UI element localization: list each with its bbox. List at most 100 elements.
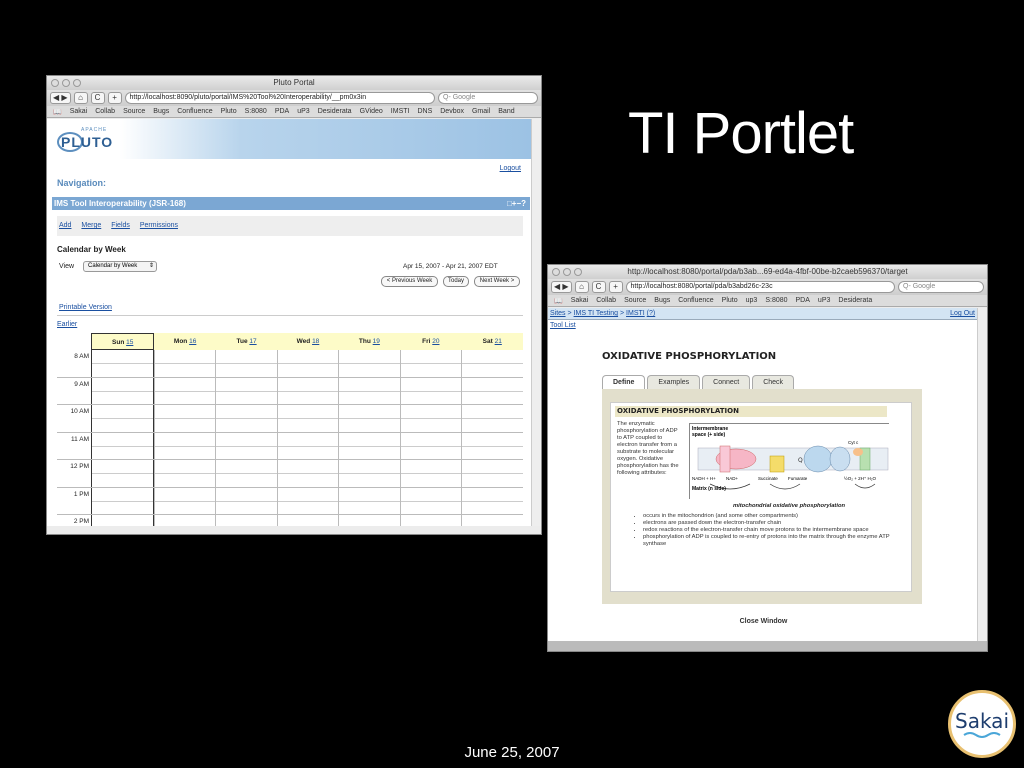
- calendar-cell[interactable]: [215, 515, 277, 526]
- bookmark-item[interactable]: Bugs: [153, 108, 169, 115]
- calendar-cell[interactable]: [399, 377, 462, 404]
- tab-check[interactable]: Check: [752, 375, 795, 389]
- day-link[interactable]: 16: [189, 338, 196, 345]
- calendar-cell[interactable]: [338, 515, 400, 526]
- calendar-cell[interactable]: [461, 487, 524, 514]
- calendar-cell[interactable]: [338, 405, 400, 432]
- day-link[interactable]: 19: [373, 338, 380, 345]
- bookmark-item[interactable]: Source: [624, 297, 646, 304]
- vertical-scrollbar[interactable]: [977, 308, 987, 643]
- merge-link[interactable]: Merge: [81, 222, 101, 229]
- bookmark-item[interactable]: Pluto: [221, 108, 237, 115]
- bookmark-item[interactable]: Devbox: [440, 108, 464, 115]
- bookmark-item[interactable]: Source: [123, 108, 145, 115]
- calendar-cell[interactable]: [338, 350, 400, 377]
- view-select[interactable]: Calendar by Week ⇕: [83, 261, 157, 272]
- tab-examples[interactable]: Examples: [647, 375, 701, 389]
- close-window-button[interactable]: Close Window: [548, 618, 979, 625]
- logout-link[interactable]: Logout: [500, 165, 521, 172]
- calendar-cell[interactable]: [91, 515, 154, 526]
- bookmark-item[interactable]: Pluto: [722, 297, 738, 304]
- breadcrumb-sites[interactable]: Sites: [550, 310, 566, 317]
- home-icon[interactable]: ⌂: [574, 281, 589, 293]
- bookmark-item[interactable]: IMSTI: [391, 108, 410, 115]
- bookmark-item[interactable]: uP3: [818, 297, 830, 304]
- today-button[interactable]: Today: [443, 276, 469, 287]
- zoom-icon[interactable]: [574, 268, 582, 276]
- calendar-cell[interactable]: [215, 377, 277, 404]
- calendar-cell[interactable]: [399, 515, 462, 526]
- calendar-cell[interactable]: [276, 460, 339, 487]
- tab-define[interactable]: Define: [602, 375, 646, 389]
- calendar-cell[interactable]: [153, 487, 216, 514]
- calendar-cell[interactable]: [91, 460, 154, 487]
- reload-icon[interactable]: C: [591, 281, 606, 293]
- bookmark-item[interactable]: uP3: [297, 108, 309, 115]
- calendar-cell[interactable]: [399, 432, 462, 459]
- calendar-cell[interactable]: [276, 350, 339, 377]
- bookmark-item[interactable]: PDA: [796, 297, 810, 304]
- home-icon[interactable]: ⌂: [73, 92, 88, 104]
- back-button[interactable]: ◀ ▶: [551, 281, 572, 293]
- calendar-cell[interactable]: [276, 515, 339, 526]
- calendar-cell[interactable]: [338, 487, 400, 514]
- calendar-cell[interactable]: [461, 405, 524, 432]
- calendar-cell[interactable]: [215, 405, 277, 432]
- calendar-cell[interactable]: [276, 377, 339, 404]
- calendar-cell[interactable]: [276, 405, 339, 432]
- bookmark-item[interactable]: Collab: [95, 108, 115, 115]
- calendar-cell[interactable]: [399, 405, 462, 432]
- day-link[interactable]: 15: [126, 339, 133, 346]
- horizontal-scrollbar[interactable]: [548, 641, 987, 651]
- permissions-link[interactable]: Permissions: [140, 222, 178, 229]
- bookmarks-icon[interactable]: 📖: [554, 297, 563, 305]
- calendar-cell[interactable]: [91, 350, 154, 377]
- calendar-cell[interactable]: [276, 487, 339, 514]
- calendar-cell[interactable]: [338, 377, 400, 404]
- earlier-link[interactable]: Earlier: [57, 321, 77, 328]
- calendar-cell[interactable]: [215, 350, 277, 377]
- calendar-cell[interactable]: [338, 460, 400, 487]
- bookmark-item[interactable]: Desiderata: [318, 108, 352, 115]
- window-controls[interactable]: [51, 79, 81, 87]
- url-bar[interactable]: http://localhost:8080/portal/pda/b3abd26…: [625, 281, 895, 293]
- tool-list-link[interactable]: Tool List: [548, 320, 979, 331]
- close-window-icon[interactable]: [51, 79, 59, 87]
- day-link[interactable]: 20: [432, 338, 439, 345]
- calendar-cell[interactable]: [276, 432, 339, 459]
- bookmark-item[interactable]: PDA: [275, 108, 289, 115]
- calendar-cell[interactable]: [399, 350, 462, 377]
- bookmark-item[interactable]: S:8080: [245, 108, 267, 115]
- bookmark-item[interactable]: DNS: [417, 108, 432, 115]
- minimize-icon[interactable]: [62, 79, 70, 87]
- calendar-cell[interactable]: [153, 377, 216, 404]
- fields-link[interactable]: Fields: [111, 222, 130, 229]
- bookmark-item[interactable]: Bugs: [654, 297, 670, 304]
- calendar-cell[interactable]: [461, 350, 524, 377]
- bookmark-item[interactable]: Confluence: [678, 297, 713, 304]
- calendar-cell[interactable]: [153, 432, 216, 459]
- calendar-cell[interactable]: [153, 405, 216, 432]
- add-tab-button[interactable]: +: [608, 281, 623, 293]
- bookmark-item[interactable]: GVideo: [360, 108, 383, 115]
- bookmark-item[interactable]: Collab: [596, 297, 616, 304]
- calendar-cell[interactable]: [91, 432, 154, 459]
- bookmark-item[interactable]: Desiderata: [838, 297, 872, 304]
- minimize-icon[interactable]: [563, 268, 571, 276]
- calendar-cell[interactable]: [153, 515, 216, 526]
- previous-week-button[interactable]: < Previous Week: [381, 276, 438, 287]
- calendar-cell[interactable]: [215, 460, 277, 487]
- bookmark-item[interactable]: up3: [746, 297, 758, 304]
- help-link[interactable]: (?): [647, 310, 656, 317]
- breadcrumb-site[interactable]: IMS TI Testing: [574, 310, 618, 317]
- add-tab-button[interactable]: +: [107, 92, 122, 104]
- url-bar[interactable]: http://localhost:8090/pluto/portal/IMS%2…: [124, 92, 435, 104]
- bookmark-item[interactable]: Sakai: [571, 297, 589, 304]
- calendar-cell[interactable]: [461, 377, 524, 404]
- calendar-cell[interactable]: [399, 460, 462, 487]
- portlet-controls-icon[interactable]: □+−?: [507, 197, 526, 210]
- zoom-icon[interactable]: [73, 79, 81, 87]
- search-input[interactable]: Q- Google: [438, 92, 538, 104]
- bookmarks-icon[interactable]: 📖: [53, 108, 62, 116]
- bookmark-item[interactable]: Gmail: [472, 108, 490, 115]
